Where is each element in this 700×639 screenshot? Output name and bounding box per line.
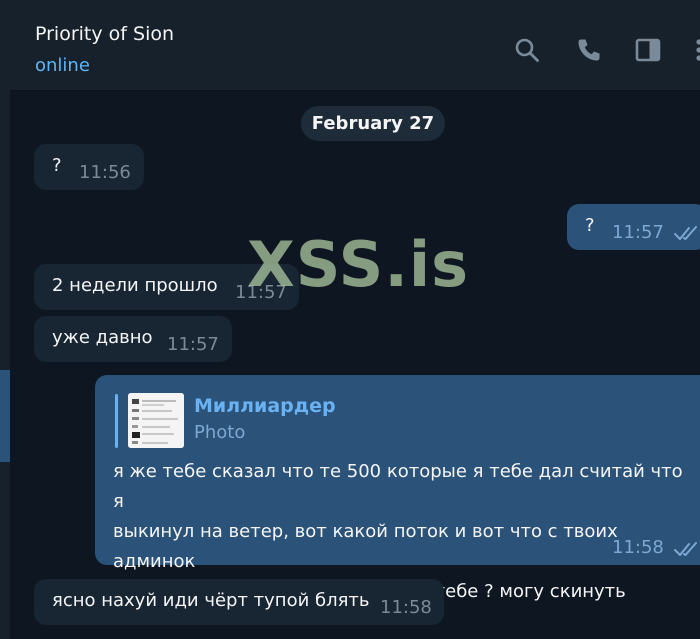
message-text: уже давно	[52, 327, 153, 348]
message-time: 11:57	[235, 282, 287, 303]
message-text: ?	[52, 155, 62, 176]
message-bubble-outgoing-reply[interactable]: Миллиардер Photo я же тебе сказал что те…	[95, 375, 700, 602]
chat-status: online	[35, 55, 90, 76]
message-bubble-incoming[interactable]: уже давно 11:57	[34, 316, 232, 362]
message-bubble-incoming[interactable]: ? 11:56	[34, 144, 144, 190]
date-separator: February 27	[301, 106, 445, 141]
reply-quote-bar	[115, 394, 118, 448]
phone-icon[interactable]	[575, 36, 603, 64]
message-time: 11:57	[612, 222, 664, 243]
message-time: 11:58	[380, 597, 432, 618]
search-icon[interactable]	[513, 36, 541, 64]
chat-header: Priority of Sion online	[10, 10, 700, 91]
more-icon[interactable]	[691, 36, 700, 64]
message-text: ясно нахуй иди чёрт тупой блять	[52, 590, 370, 611]
message-time: 11:57	[167, 334, 219, 355]
message-bubble-incoming[interactable]: 2 недели прошло 11:57	[34, 264, 299, 310]
message-bubble-incoming[interactable]: ясно нахуй иди чёрт тупой блять 11:58	[34, 579, 444, 625]
message-text: 2 недели прошло	[52, 275, 218, 296]
window-top-bar	[0, 0, 700, 10]
message-time: 11:58	[612, 537, 664, 558]
chat-title[interactable]: Priority of Sion	[35, 23, 174, 45]
message-text: ?	[585, 215, 595, 236]
read-check-icon	[674, 542, 697, 556]
sidebar-toggle-icon[interactable]	[634, 36, 662, 64]
reply-media-type: Photo	[194, 422, 246, 443]
reply-photo-thumbnail[interactable]	[128, 393, 184, 448]
left-panel-selected-chat[interactable]	[0, 370, 10, 462]
message-time: 11:56	[79, 162, 131, 183]
message-line: я же тебе сказал что те 500 которые я те…	[113, 461, 683, 512]
message-bubble-outgoing[interactable]: ? 11:57	[567, 204, 700, 250]
left-panel-edge	[0, 10, 10, 639]
reply-author: Миллиардер	[194, 395, 336, 417]
read-check-icon	[674, 226, 697, 240]
message-line: выкинул на ветер, вот какой поток и вот …	[113, 521, 618, 572]
